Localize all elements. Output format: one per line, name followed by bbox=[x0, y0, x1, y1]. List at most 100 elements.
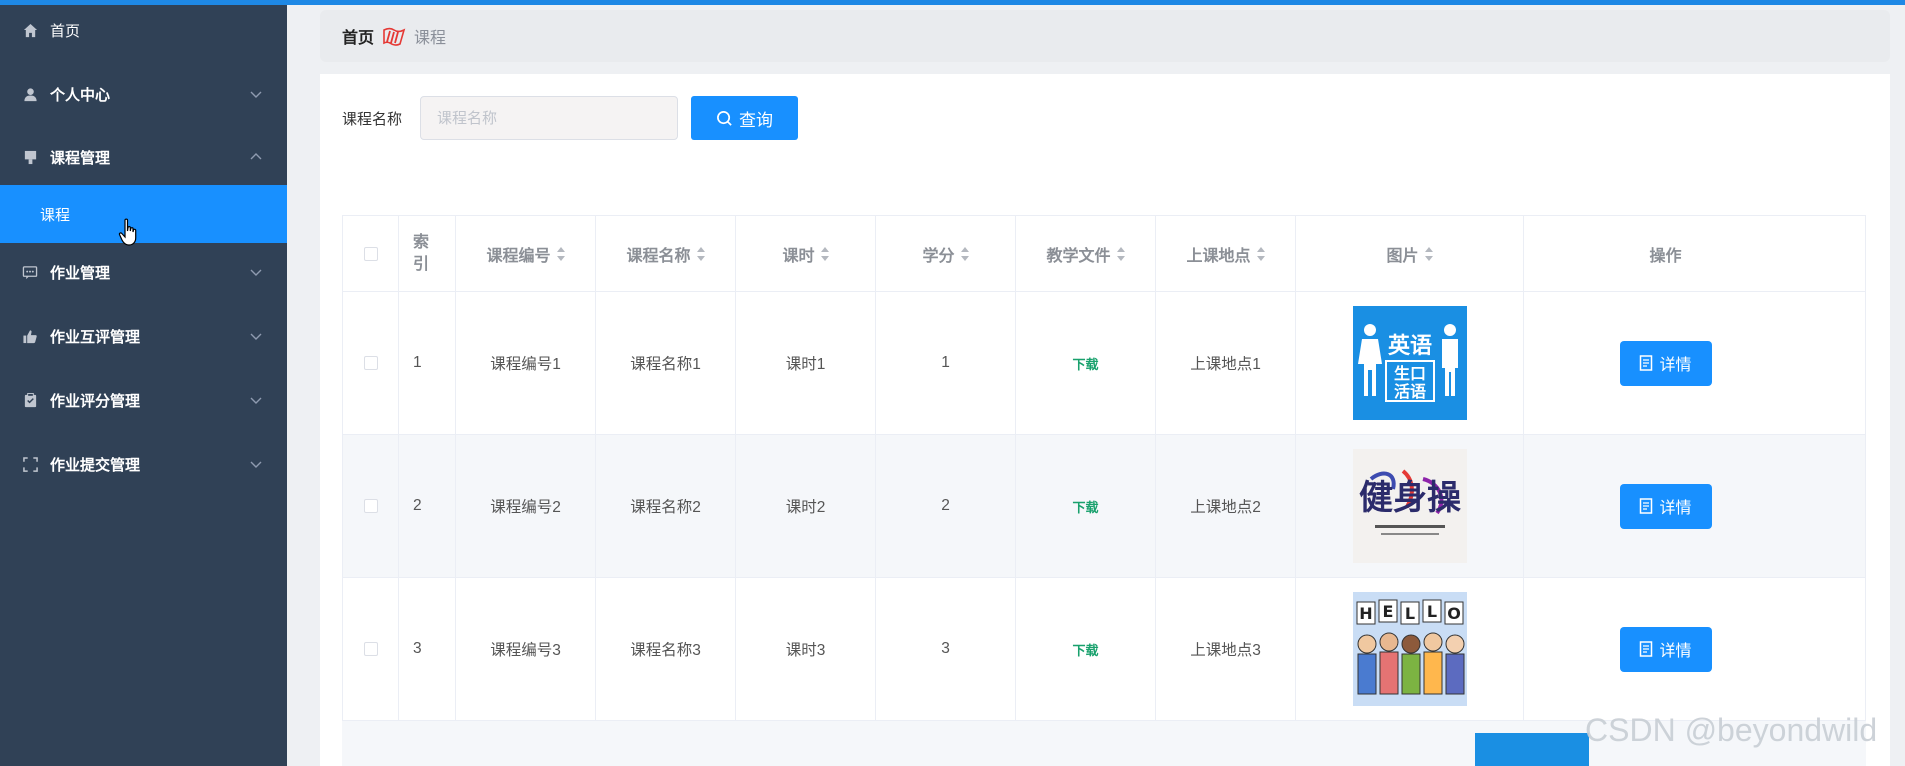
svg-text:L: L bbox=[1404, 604, 1414, 623]
search-button-label: 查询 bbox=[739, 110, 773, 130]
row-checkbox[interactable] bbox=[363, 642, 378, 656]
sort-icon[interactable] bbox=[960, 246, 969, 261]
sidebar-item-label: 课程管理 bbox=[50, 149, 111, 167]
chevron-down-icon bbox=[250, 91, 262, 98]
header-credit[interactable]: 学分 bbox=[876, 216, 1016, 291]
svg-text:活语: 活语 bbox=[1393, 382, 1425, 401]
course-image-hello: H E L L O bbox=[1352, 592, 1467, 706]
sidebar-item-peer-review-management[interactable]: 作业互评管理 bbox=[0, 307, 287, 365]
thumb-icon bbox=[22, 328, 38, 344]
sidebar-item-homework-management[interactable]: 作业管理 bbox=[0, 243, 287, 301]
sort-icon[interactable] bbox=[1256, 246, 1265, 261]
home-icon bbox=[22, 22, 38, 38]
watermark: CSDN @beyondwild bbox=[1585, 712, 1878, 748]
download-link[interactable]: 下载 bbox=[1072, 497, 1098, 516]
search-label: 课程名称 bbox=[342, 111, 403, 128]
fullscreen-icon bbox=[22, 456, 38, 472]
sidebar-item-label: 首页 bbox=[50, 22, 81, 40]
search-button[interactable]: 查询 bbox=[691, 96, 798, 140]
sort-icon[interactable] bbox=[1116, 246, 1125, 261]
row-checkbox[interactable] bbox=[363, 356, 378, 370]
header-select-all[interactable] bbox=[343, 216, 399, 291]
sidebar-item-label: 作业管理 bbox=[50, 264, 111, 282]
course-table: 索 引 课程编号 课程名称 课时 学分 教学文件 上课地点 图片 操作 1 课程… bbox=[342, 215, 1866, 722]
header-image[interactable]: 图片 bbox=[1296, 216, 1524, 291]
svg-text:生口: 生口 bbox=[1393, 364, 1425, 383]
svg-text:健身操: 健身操 bbox=[1359, 478, 1461, 518]
sort-icon[interactable] bbox=[696, 246, 705, 261]
row-location: 上课地点2 bbox=[1156, 435, 1296, 577]
chevron-down-icon bbox=[250, 461, 262, 468]
course-image-fitness: 健身操 bbox=[1352, 449, 1467, 563]
chevron-down-icon bbox=[250, 397, 262, 404]
breadcrumb: 首页 课程 bbox=[320, 10, 1890, 62]
sidebar: 首页 个人中心 课程管理 课程 作业管理 作业互评管理 作业评分管理 作业提交管… bbox=[0, 5, 287, 766]
row-course-code: 课程编号3 bbox=[456, 578, 596, 720]
sidebar-item-label: 作业互评管理 bbox=[50, 328, 141, 346]
select-all-checkbox[interactable] bbox=[363, 246, 378, 261]
row-course-code: 课程编号1 bbox=[456, 292, 596, 434]
document-icon bbox=[1640, 498, 1653, 514]
detail-button[interactable]: 详情 bbox=[1619, 483, 1712, 529]
document-icon bbox=[1640, 641, 1653, 657]
detail-button-label: 详情 bbox=[1659, 643, 1692, 660]
document-icon bbox=[1640, 355, 1653, 371]
hand-cursor-icon bbox=[118, 218, 137, 246]
row-credit: 3 bbox=[876, 578, 1016, 720]
table-header: 索 引 课程编号 课程名称 课时 学分 教学文件 上课地点 图片 操作 bbox=[343, 216, 1865, 292]
download-link[interactable]: 下载 bbox=[1072, 354, 1098, 373]
row-checkbox[interactable] bbox=[363, 499, 378, 513]
download-link[interactable]: 下载 bbox=[1072, 640, 1098, 659]
sort-icon[interactable] bbox=[556, 246, 565, 261]
header-location[interactable]: 上课地点 bbox=[1156, 216, 1296, 291]
sidebar-item-course-management[interactable]: 课程管理 bbox=[0, 128, 287, 186]
row-credit: 1 bbox=[876, 292, 1016, 434]
detail-button-label: 详情 bbox=[1659, 500, 1692, 517]
sidebar-item-label: 作业评分管理 bbox=[50, 392, 141, 410]
row-index: 1 bbox=[399, 292, 456, 434]
row-course-name: 课程名称2 bbox=[596, 435, 736, 577]
chevron-down-icon bbox=[250, 333, 262, 340]
user-icon bbox=[22, 86, 38, 102]
detail-button[interactable]: 详情 bbox=[1619, 626, 1712, 672]
table-row: 1 课程编号1 课程名称1 课时1 1 下载 上课地点1 英语 生口 活语 详情 bbox=[343, 292, 1865, 435]
row-hours: 课时1 bbox=[736, 292, 876, 434]
header-course-code[interactable]: 课程编号 bbox=[456, 216, 596, 291]
chevron-up-icon bbox=[250, 153, 262, 160]
sort-icon[interactable] bbox=[1424, 246, 1433, 261]
clipboard-icon bbox=[22, 392, 38, 408]
sidebar-item-label: 课程 bbox=[40, 206, 71, 224]
sidebar-item-grading-management[interactable]: 作业评分管理 bbox=[0, 371, 287, 429]
breadcrumb-home[interactable]: 首页 bbox=[342, 24, 374, 48]
header-course-name[interactable]: 课程名称 bbox=[596, 216, 736, 291]
header-action: 操作 bbox=[1649, 247, 1682, 265]
sidebar-item-profile[interactable]: 个人中心 bbox=[0, 65, 287, 123]
svg-text:英语: 英语 bbox=[1387, 334, 1431, 359]
header-index: 索 引 bbox=[399, 216, 456, 291]
sidebar-item-home[interactable]: 首页 bbox=[0, 1, 287, 59]
row-course-code: 课程编号2 bbox=[456, 435, 596, 577]
detail-button[interactable]: 详情 bbox=[1619, 340, 1712, 386]
search-icon bbox=[717, 110, 732, 126]
course-icon bbox=[22, 149, 38, 165]
sort-icon[interactable] bbox=[820, 246, 829, 261]
row-hours: 课时2 bbox=[736, 435, 876, 577]
comment-icon bbox=[22, 264, 38, 280]
row-course-name: 课程名称1 bbox=[596, 292, 736, 434]
header-hours[interactable]: 课时 bbox=[736, 216, 876, 291]
sidebar-item-course[interactable]: 课程 bbox=[0, 185, 287, 243]
sidebar-item-label: 作业提交管理 bbox=[50, 456, 141, 474]
svg-text:E: E bbox=[1382, 602, 1393, 621]
svg-text:H: H bbox=[1359, 604, 1372, 623]
table-row: 2 课程编号2 课程名称2 课时2 2 下载 上课地点2 健身操 详情 bbox=[343, 435, 1865, 578]
sidebar-item-submission-management[interactable]: 作业提交管理 bbox=[0, 435, 287, 493]
course-image-english: 英语 生口 活语 bbox=[1352, 306, 1467, 420]
header-teaching-file[interactable]: 教学文件 bbox=[1016, 216, 1156, 291]
row-index: 2 bbox=[399, 435, 456, 577]
search-input[interactable] bbox=[420, 96, 678, 140]
row-hours: 课时3 bbox=[736, 578, 876, 720]
row-index: 3 bbox=[399, 578, 456, 720]
breadcrumb-current: 课程 bbox=[414, 30, 447, 47]
row-credit: 2 bbox=[876, 435, 1016, 577]
course-image-partial bbox=[1475, 733, 1589, 766]
